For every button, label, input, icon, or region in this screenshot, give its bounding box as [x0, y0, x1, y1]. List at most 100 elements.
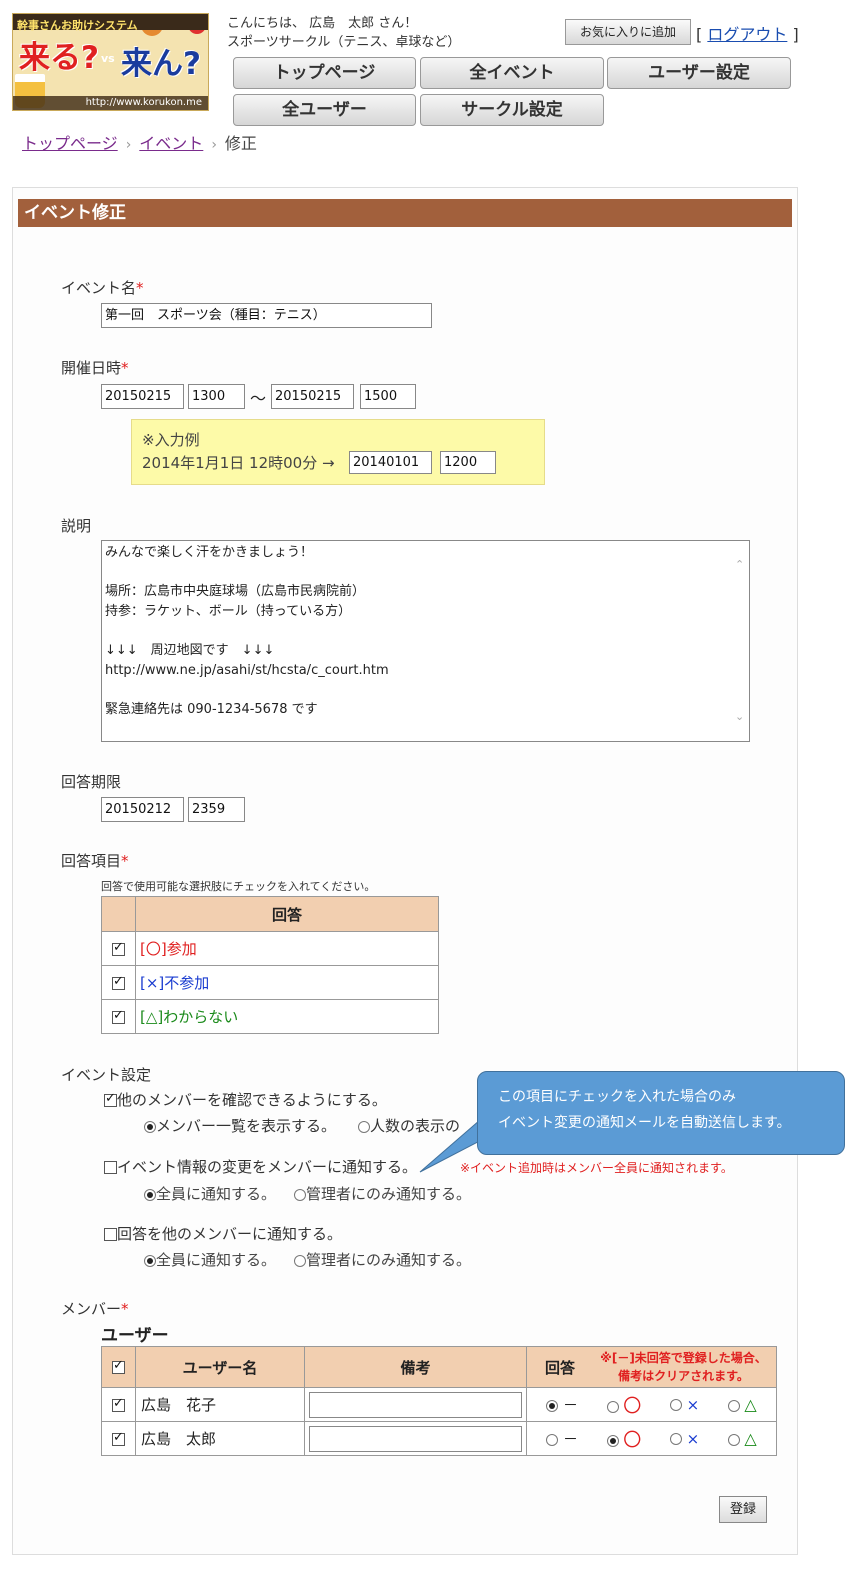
answer-none-option[interactable]: －	[546, 1394, 578, 1415]
deadline-date-input[interactable]: 20150212	[101, 797, 184, 822]
answer-no-option[interactable]: ×	[669, 1429, 700, 1448]
member-name: 広島 花子	[135, 1387, 305, 1422]
setting3-option-all[interactable]: 全員に通知する。	[144, 1249, 276, 1270]
answer-no-option[interactable]: ×	[669, 1395, 700, 1414]
members-table: ユーザー名 備考 回答 ※[－]未回答で登録した場合、備考はクリアされます。 広…	[101, 1346, 777, 1456]
tilde-separator: ～	[250, 389, 267, 408]
member-note-input[interactable]	[309, 1425, 522, 1452]
answer-no-symbol: ×	[686, 1395, 700, 1414]
end-date-input[interactable]: 20150215	[271, 384, 354, 409]
deadline-time-input[interactable]: 2359	[188, 797, 245, 822]
answer-no-symbol: ×	[686, 1429, 700, 1448]
radio-button[interactable]	[294, 1254, 306, 1267]
answer-none-option[interactable]: －	[546, 1428, 578, 1449]
nav-user-settings-button[interactable]: ユーザー設定	[607, 57, 791, 89]
member-row: 広島 花子 － 〇 × △	[101, 1387, 777, 1422]
select-all-checkbox[interactable]	[112, 1358, 125, 1374]
radio-button[interactable]	[669, 1399, 682, 1411]
answer-option-row: [〇]参加	[101, 931, 439, 966]
setting-notify-change[interactable]: イベント情報の変更をメンバーに通知する。	[104, 1156, 417, 1177]
answer-yes-option[interactable]: 〇	[606, 1392, 641, 1418]
select-all-header	[101, 1346, 136, 1388]
scroll-up-icon[interactable]: ⌃	[735, 555, 744, 575]
event-name-label: イベント名*	[61, 279, 144, 297]
radio-button[interactable]	[358, 1120, 370, 1133]
breadcrumb-home[interactable]: トップページ	[22, 134, 118, 153]
member-checkbox[interactable]	[112, 1396, 125, 1412]
setting-show-members-checkbox[interactable]	[104, 1091, 117, 1107]
radio-button[interactable]	[144, 1188, 156, 1201]
nav-top-button[interactable]: トップページ	[233, 57, 416, 89]
radio-button[interactable]	[546, 1433, 559, 1446]
submit-button[interactable]: 登録	[719, 1496, 767, 1523]
radio-button[interactable]	[669, 1433, 682, 1445]
start-time-input[interactable]: 1300	[188, 384, 245, 409]
breadcrumb-event[interactable]: イベント	[139, 134, 203, 153]
answer-option-check-cell	[101, 931, 136, 966]
member-note-cell	[304, 1421, 527, 1456]
logout-link[interactable]: ログアウト	[707, 25, 787, 44]
description-textarea[interactable]: みんなで楽しく汗をかきましょう！ 場所：広島市中央庭球場（広島市民病院前） 持参：ラ…	[101, 540, 750, 742]
description-line: 緊急連絡先は 090-1234-5678 です	[105, 701, 318, 717]
scrollbar[interactable]: ⌃ ⌄	[733, 543, 747, 739]
description-line: 持参：ラケット、ボール（持っている方）	[105, 603, 352, 619]
description-line: ↓↓↓ 周辺地図です ↓↓↓	[105, 642, 275, 658]
radio-button[interactable]	[546, 1399, 559, 1412]
radio-button[interactable]	[144, 1254, 156, 1267]
event-name-input[interactable]: 第一回 スポーツ会（種目：テニス）	[101, 303, 432, 328]
logo-tagline: 幹事さんお助けシステム	[17, 19, 138, 32]
setting2-option-admin[interactable]: 管理者にのみ通知する。	[294, 1183, 471, 1204]
start-date-input[interactable]: 20150215	[101, 384, 184, 409]
answer-option-checkbox[interactable]	[112, 974, 125, 990]
answer-col-header: 回答 ※[－]未回答で登録した場合、 備考はクリアされます。	[526, 1346, 777, 1388]
callout-tooltip: この項目にチェックを入れた場合のみ イベント変更の通知メールを自動送信します。	[477, 1071, 845, 1155]
member-checkbox[interactable]	[112, 1430, 125, 1446]
radio-button[interactable]	[606, 1401, 619, 1413]
radio-button[interactable]	[727, 1433, 740, 1446]
radio-button[interactable]	[294, 1188, 306, 1201]
setting3-option-admin[interactable]: 管理者にのみ通知する。	[294, 1249, 471, 1270]
answer-check-header	[101, 896, 136, 932]
member-note-cell	[304, 1387, 527, 1422]
radio-button[interactable]	[144, 1120, 156, 1133]
answer-option-checkbox[interactable]	[112, 940, 125, 956]
breadcrumb-current: 修正	[224, 134, 257, 153]
answer-col-label: 回答	[544, 1358, 575, 1377]
member-name: 広島 太郎	[135, 1421, 305, 1456]
site-logo[interactable]: 幹事さんお助けシステム 来る? vs 来ん? http://www.koruko…	[12, 13, 209, 111]
circle-name: スポーツサークル（テニス、卓球など）	[227, 35, 461, 50]
answer-maybe-option[interactable]: △	[727, 1429, 757, 1448]
answer-option-checkbox[interactable]	[112, 1008, 125, 1024]
answer-option-label: [〇]参加	[135, 931, 439, 966]
setting-notify-answer[interactable]: 回答を他のメンバーに通知する。	[104, 1223, 342, 1244]
answer-option-row: [×]不参加	[101, 965, 439, 1000]
username-header: ユーザー名	[135, 1346, 305, 1388]
scroll-down-icon[interactable]: ⌄	[735, 707, 744, 727]
nav-all-users-button[interactable]: 全ユーザー	[233, 94, 416, 126]
panel-title: イベント修正	[18, 199, 792, 227]
answer-items-label: 回答項目*	[61, 852, 129, 870]
breadcrumb: トップページ › イベント › 修正	[22, 130, 257, 154]
answer-items-hint: 回答で使用可能な選択肢にチェックを入れてください。	[101, 880, 376, 893]
greeting-text: こんにちは、 広島 太郎 さん！	[227, 16, 418, 31]
answer-option-label: [△]わからない	[135, 999, 439, 1034]
setting-show-members[interactable]: 他のメンバーを確認できるようにする。	[104, 1089, 387, 1110]
answer-maybe-option[interactable]: △	[727, 1395, 757, 1414]
setting2-option-all[interactable]: 全員に通知する。	[144, 1183, 276, 1204]
radio-button[interactable]	[606, 1435, 619, 1447]
nav-circle-settings-button[interactable]: サークル設定	[420, 94, 604, 126]
nav-events-button[interactable]: 全イベント	[420, 57, 604, 89]
setting1-option-list[interactable]: メンバー一覧を表示する。	[144, 1115, 336, 1136]
end-time-input[interactable]: 1500	[360, 384, 416, 409]
radio-button[interactable]	[727, 1399, 740, 1412]
breadcrumb-separator: ›	[211, 137, 217, 153]
logo-text-left: 来る?	[19, 40, 99, 76]
input-example-box: ※入力例 2014年1月1日 12時00分 → 20140101 1200	[131, 419, 545, 485]
description-line: みんなで楽しく汗をかきましょう！	[105, 545, 314, 560]
add-favorite-button[interactable]: お気に入りに追加	[565, 19, 691, 45]
example-text: 2014年1月1日 12時00分 →	[142, 454, 335, 472]
member-note-input[interactable]	[309, 1391, 522, 1418]
setting-notify-answer-checkbox[interactable]	[104, 1228, 117, 1241]
setting-notify-change-checkbox[interactable]	[104, 1161, 117, 1174]
answer-yes-option[interactable]: 〇	[606, 1426, 641, 1452]
